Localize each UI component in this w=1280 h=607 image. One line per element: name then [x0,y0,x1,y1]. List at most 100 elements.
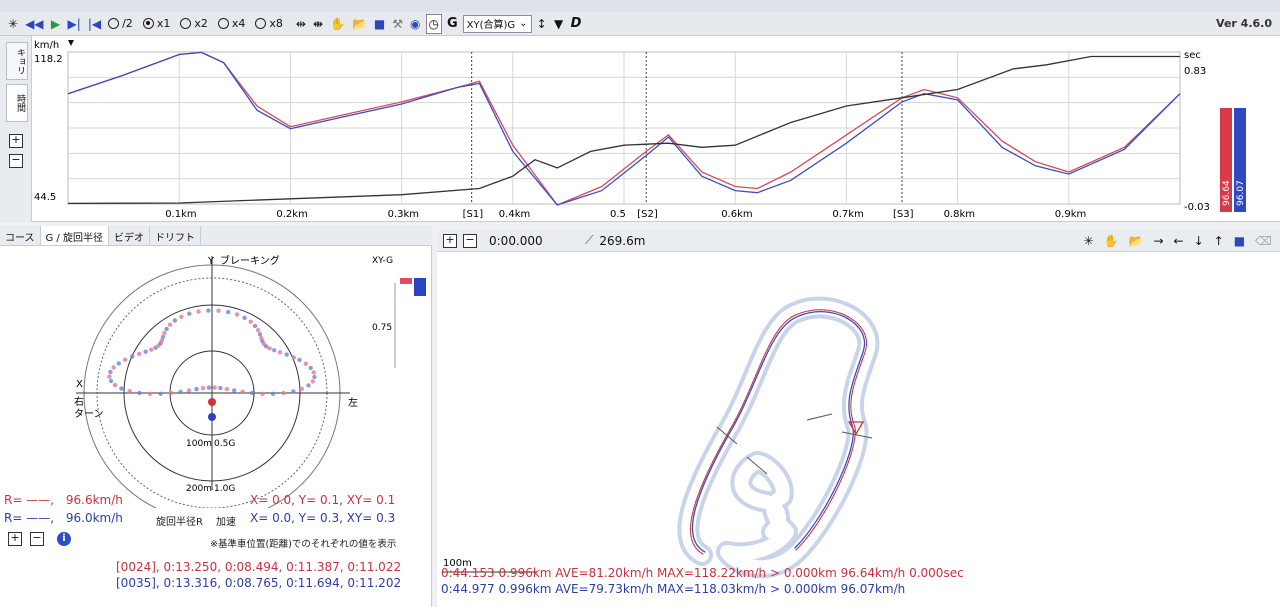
rewind-icon[interactable]: ◀◀ [23,14,45,34]
right-turn-label-1: 右 [74,395,84,408]
ring-g-2: 1.0G [214,484,235,494]
g-point [224,386,229,392]
braking-label: ブレーキング [220,254,280,267]
g-point [168,390,174,396]
rate-option-4[interactable]: x8 [253,14,285,34]
radio-icon [217,18,229,29]
map-toolbar: + − 0:00.000 ⟋ 269.6m ✳ ✋ 📂 → ← ↓ ↑ ■ ⌫ [437,230,1280,252]
g-point [179,314,184,319]
g-point [297,357,302,363]
info-icon[interactable]: i [57,532,71,546]
g-x-label: X [76,379,83,390]
open-folder-icon[interactable]: 📂 [350,14,369,34]
hand-tool-icon[interactable]: ✋ [328,14,347,34]
map-hand-icon[interactable]: ✋ [1102,231,1121,251]
right-top-label: 0.83 [1184,66,1206,77]
save-icon[interactable]: ■ [372,14,387,34]
g-point [212,385,217,390]
reference-note: ※基準車位置(距離)でのそれぞれの値を表示 [210,539,397,550]
arrow-left-icon[interactable]: ← [1172,231,1186,251]
g-point [143,349,148,354]
rate-option-label: /2 [122,17,133,30]
g-point [291,389,296,394]
g-zoom-in-icon[interactable]: + [8,532,22,546]
left-turn-label: 左 [348,396,358,409]
rate-option-2[interactable]: x2 [178,14,210,34]
g-point [260,391,265,396]
rate-option-label: x8 [269,17,283,30]
sector-line-3 [806,413,833,421]
x-tick-label: 0.1km [165,209,196,220]
play-icon[interactable]: ▶ [49,14,63,34]
tab-distance[interactable]: キョリ [6,42,28,80]
triangle-down-icon[interactable]: ▼ [552,14,566,34]
xyg-red-swatch [400,278,412,284]
map-distance: 269.6m [599,233,646,248]
right-turn-label-2: ターン [74,408,104,420]
g-point [249,390,255,396]
y-bottom-label: 44.5 [34,192,56,203]
vertical-range-icon[interactable]: ↕ [535,14,549,34]
g-point [308,365,313,371]
map-save-icon[interactable]: ■ [1232,231,1247,251]
rate-option-3[interactable]: x4 [216,14,248,34]
zoom-in-icon[interactable]: + [9,134,23,148]
g-circle-plot[interactable]: Y ブレーキング XY-G 0.75 X 右 ターン 左 100m 0.5G 2… [0,248,432,508]
x-tick-label: 0.6km [721,209,752,220]
lap-red: [0024], 0:13.250, 0:08.494, 0:11.387, 0:… [116,560,402,574]
map-zoom-out-icon[interactable]: − [463,233,477,248]
globe-icon[interactable]: ◉ [408,14,422,34]
split-right-icon[interactable]: ⇼ [311,14,325,34]
tools-icon[interactable]: ⚒ [390,14,405,34]
g-tab-0[interactable]: コース [0,226,41,245]
g-tab-2[interactable]: ビデオ [109,226,150,245]
arrow-right-icon[interactable]: → [1151,231,1165,251]
g-tab-1[interactable]: G / 旋回半径 [40,226,109,245]
course-map[interactable]: 100m [437,252,1280,582]
g-point [234,312,240,317]
step-forward-icon[interactable]: ▶| [66,14,83,34]
d-button[interactable]: D [569,14,584,34]
g-button[interactable]: G [445,14,460,34]
g-point [206,385,212,390]
split-left-icon[interactable]: ⇹ [294,14,308,34]
g-point [112,382,118,388]
arrow-down-icon[interactable]: ↓ [1192,231,1206,251]
graph-type-value: XY(合算)G [466,20,516,31]
settings-icon[interactable]: ✳ [6,14,20,34]
map-zoom-in-icon[interactable]: + [443,233,457,248]
step-back-icon[interactable]: |◀ [86,14,103,34]
g-point [248,319,253,324]
g-point [160,334,166,340]
speed-chart[interactable]: 0.1km 0.2km 0.3km 0.4km 0.5 0.6km 0.7km 0.8km 0.… [32,36,1280,222]
speed-chart-panel[interactable]: 0.1km 0.2km 0.3km 0.4km 0.5 0.6km 0.7km 0.8km 0.… [32,36,1280,222]
measure-icon[interactable]: ⟋ [585,233,593,248]
zoom-out-icon[interactable]: − [9,154,23,168]
map-time: 0:00.000 [489,233,543,248]
radio-icon [255,18,267,29]
g-point [167,322,173,327]
eraser-icon[interactable]: ⌫ [1253,231,1274,251]
tab-time[interactable]: 時間 [6,84,28,122]
rate-option-1[interactable]: x1 [141,14,173,34]
blue-readout-row: R= ——, 96.0km/h [4,511,123,525]
g-point [194,387,199,392]
arrow-up-icon[interactable]: ↑ [1212,231,1226,251]
xyg-label: XY-G [372,256,393,266]
clock-icon[interactable]: ◷ [425,13,442,34]
g-point [270,391,276,396]
g-point [291,355,296,360]
chart-side-tabs: キョリ 時間 + − [0,36,32,222]
graph-type-select[interactable]: XY(合算)G ⌄ [462,14,532,33]
x-tick-label: 0.2km [276,209,307,220]
g-point [149,347,154,352]
g-zoom-out-icon[interactable]: − [30,532,44,546]
map-settings-icon[interactable]: ✳ [1081,231,1095,251]
g-tab-3[interactable]: ドリフト [150,226,201,245]
playback-rate-group: /2 x1 x2 x4 x8 [106,14,291,34]
radio-icon [108,18,120,29]
g-point [108,378,114,384]
rate-option-0[interactable]: /2 [106,14,135,34]
map-open-icon[interactable]: 📂 [1126,231,1145,251]
blue-xyz: X= 0.0, Y= 0.3, XY= 0.3 [250,511,396,525]
